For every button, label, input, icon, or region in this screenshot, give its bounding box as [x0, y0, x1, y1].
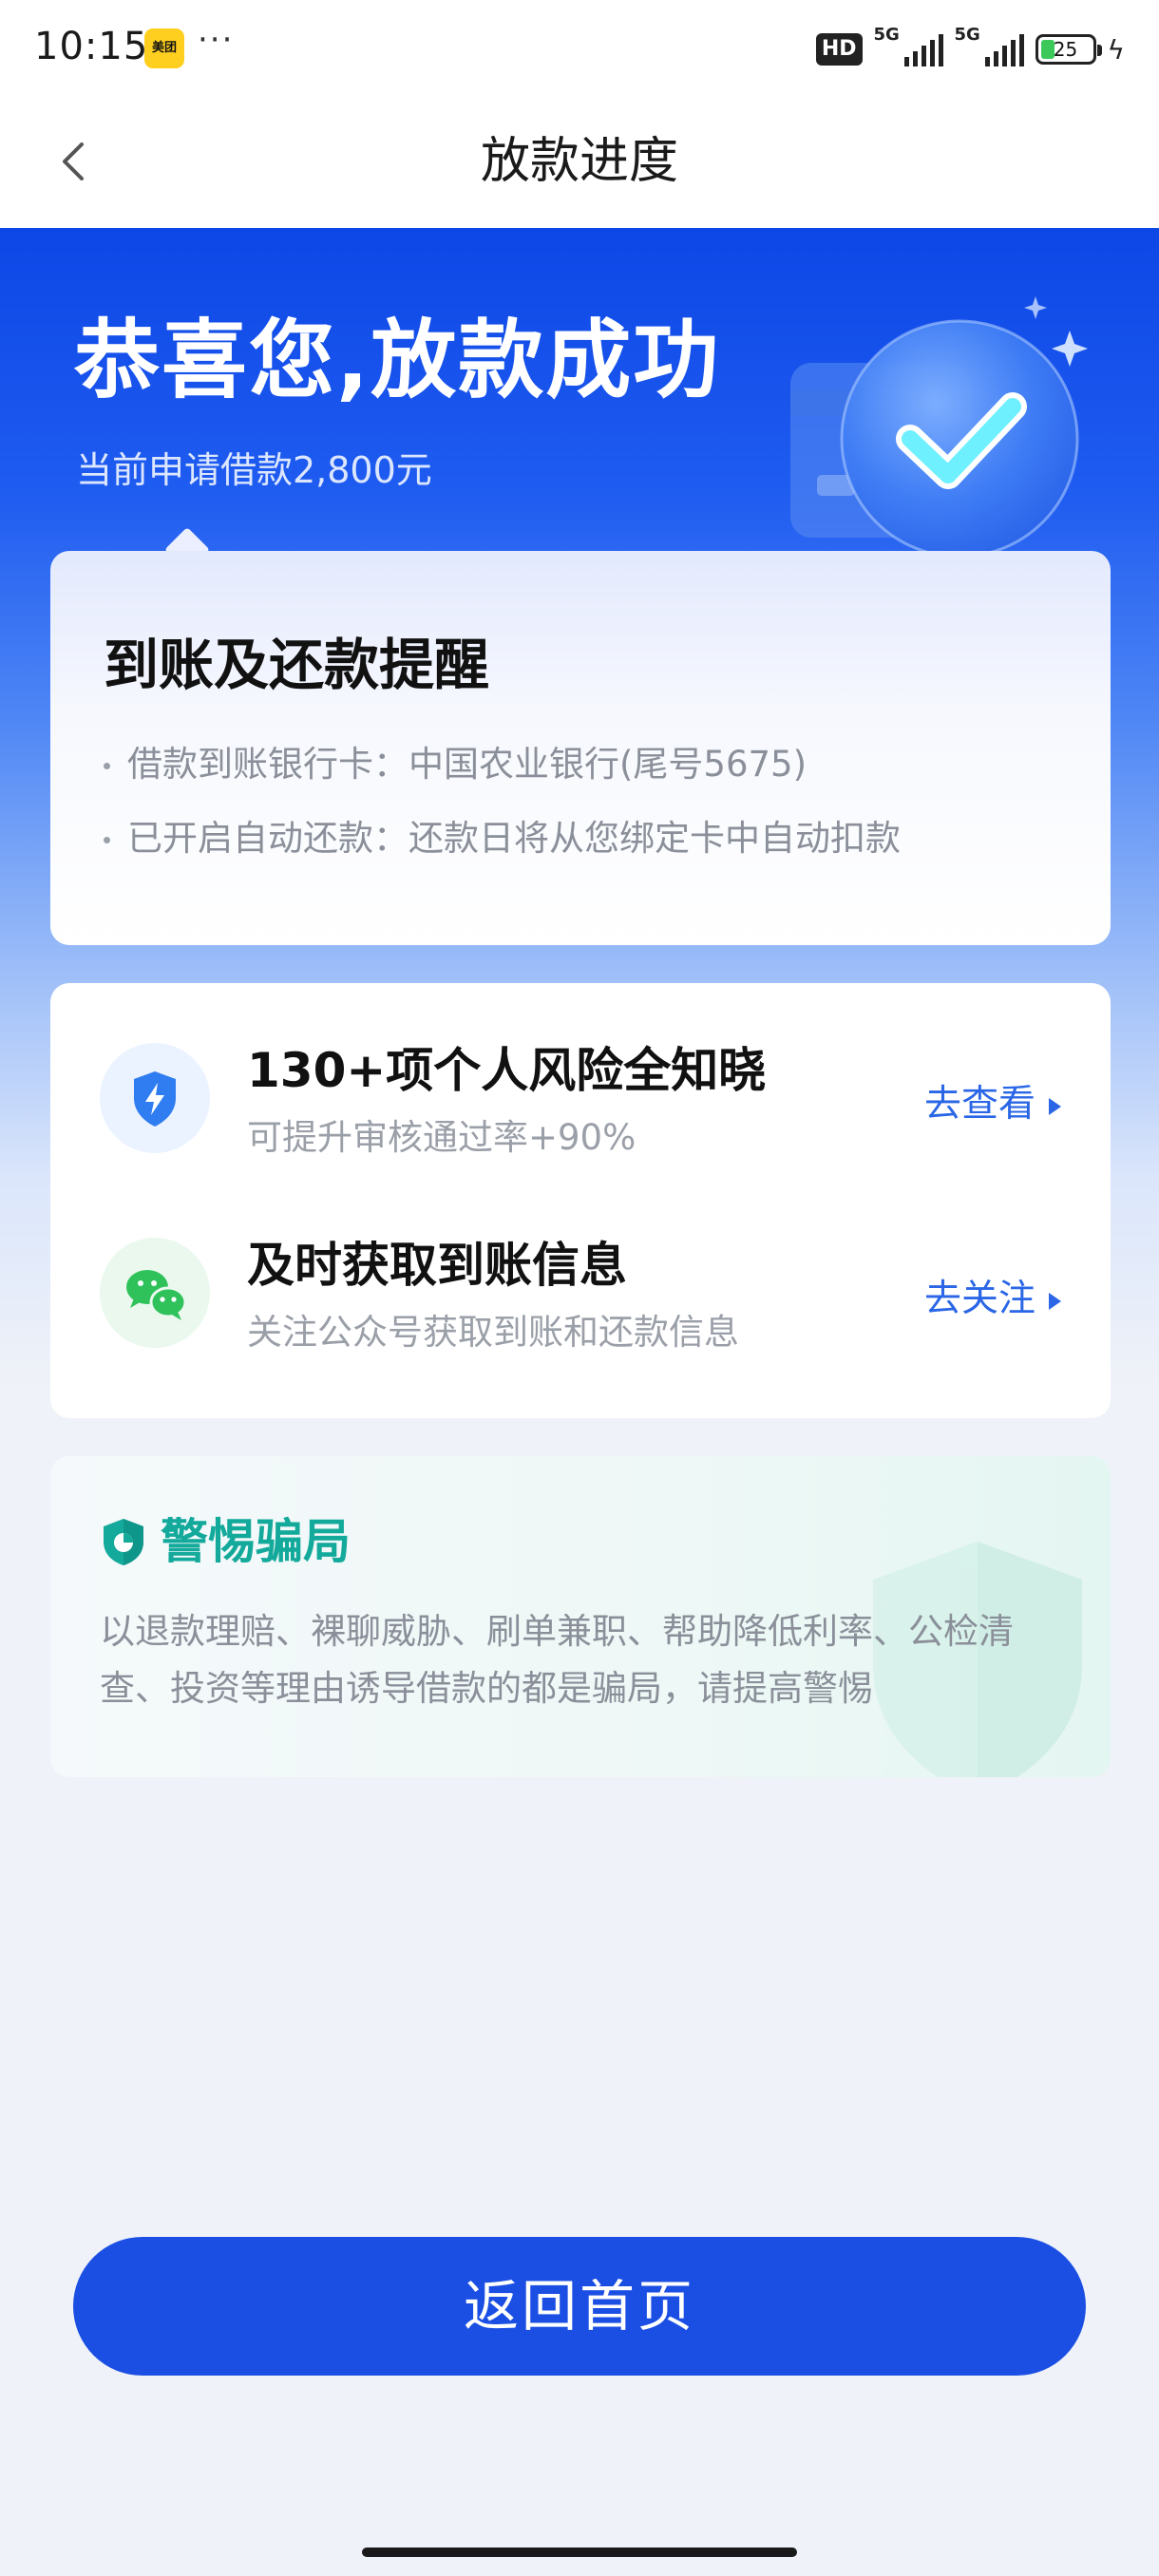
fraud-warning-header: 警惕骗局	[100, 1513, 351, 1570]
reminder-item: 借款到账银行卡：中国农业银行(尾号5675)	[104, 741, 807, 788]
status-indicators: HD 5G 5G 25 ϟ	[815, 25, 1125, 70]
follow-account-row[interactable]: 及时获取到账信息 关注公众号获取到账和还款信息 去关注	[50, 1225, 1111, 1387]
view-risk-link-label: 去查看	[923, 1083, 1036, 1126]
network-type-label: 5G	[954, 25, 980, 45]
notification-more-icon: ···	[198, 21, 235, 59]
follow-account-subtitle: 关注公众号获取到账和还款信息	[247, 1312, 739, 1353]
battery-icon: 25	[1035, 34, 1102, 65]
services-card: 130+项个人风险全知晓 可提升审核通过率+90% 去查看 及时获取到账信息 关…	[50, 983, 1111, 1418]
fraud-warning-text: 以退款理赔、裸聊威胁、刷单兼职、帮助降低利率、公检清查、投资等理由诱导借款的都是…	[100, 1611, 1014, 1709]
success-check-icon	[790, 296, 1088, 559]
loan-amount-subtitle: 当前申请借款2,800元	[76, 449, 432, 491]
follow-account-title: 及时获取到账信息	[247, 1238, 627, 1293]
charging-icon: ϟ	[1107, 33, 1125, 66]
success-title: 恭喜您,放款成功	[74, 311, 721, 410]
risk-report-row[interactable]: 130+项个人风险全知晓 可提升审核通过率+90% 去查看	[50, 1031, 1111, 1192]
battery-level: 25	[1053, 38, 1078, 61]
follow-account-link[interactable]: 去关注	[924, 1278, 1061, 1321]
fraud-warning-title: 警惕骗局	[161, 1514, 351, 1569]
reminder-item-text: 借款到账银行卡：中国农业银行(尾号5675)	[127, 744, 808, 785]
nav-bar: 放款进度	[0, 95, 1159, 228]
shield-check-icon	[104, 1519, 143, 1565]
reminder-item-text: 已开启自动还款：还款日将从您绑定卡中自动扣款	[127, 818, 901, 859]
page-title: 放款进度	[480, 133, 678, 190]
view-risk-link[interactable]: 去查看	[924, 1083, 1061, 1127]
risk-report-title: 130+项个人风险全知晓	[247, 1043, 767, 1098]
fraud-warning-card: 警惕骗局 以退款理赔、裸聊威胁、刷单兼职、帮助降低利率、公检清查、投资等理由诱导…	[50, 1456, 1111, 1777]
triangle-right-icon	[1049, 1292, 1061, 1310]
status-time: 10:15	[34, 25, 149, 68]
risk-report-subtitle: 可提升审核通过率+90%	[247, 1117, 636, 1158]
wechat-icon	[100, 1238, 210, 1348]
signal-icon-sim2: 5G	[955, 25, 1024, 66]
bullet-icon	[104, 763, 110, 769]
reminder-title: 到账及还款提醒	[104, 633, 490, 697]
network-type-label: 5G	[873, 25, 900, 45]
home-indicator[interactable]	[362, 2548, 797, 2557]
bullet-icon	[104, 837, 110, 843]
triangle-right-icon	[1049, 1097, 1061, 1115]
signal-icon-sim1: 5G	[874, 25, 943, 66]
meituan-app-icon: 美团	[144, 28, 184, 68]
shield-bolt-icon	[100, 1043, 210, 1153]
status-bar: 10:15 美团 ··· HD 5G 5G 25 ϟ	[0, 0, 1159, 95]
reminder-item: 已开启自动还款：还款日将从您绑定卡中自动扣款	[104, 815, 901, 862]
repayment-reminder-card: 到账及还款提醒 借款到账银行卡：中国农业银行(尾号5675) 已开启自动还款：还…	[50, 551, 1111, 945]
follow-account-link-label: 去关注	[923, 1278, 1036, 1320]
hd-voice-icon: HD	[815, 33, 863, 66]
return-home-button[interactable]: 返回首页	[73, 2237, 1086, 2376]
